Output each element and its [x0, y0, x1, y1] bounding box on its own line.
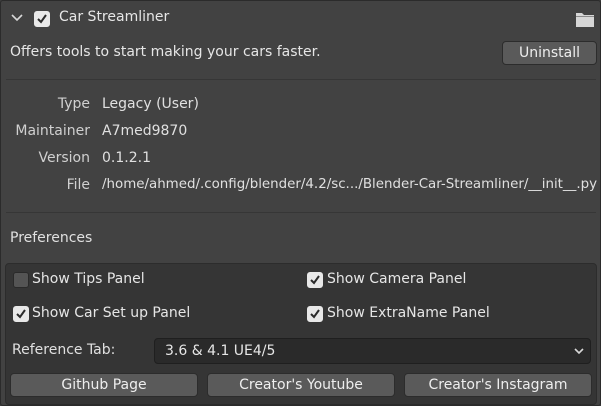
github-page-button[interactable]: Github Page	[10, 373, 198, 397]
info-label-type: Type	[57, 96, 90, 112]
show-tips-panel-checkbox[interactable]	[13, 272, 29, 288]
addon-panel: Car Streamliner Offers tools to start ma…	[0, 0, 601, 406]
show-car-setup-panel-checkbox[interactable]	[13, 306, 29, 322]
uninstall-button[interactable]: Uninstall	[502, 41, 597, 65]
divider	[6, 212, 596, 213]
info-value-type: Legacy (User)	[102, 96, 199, 112]
addon-header[interactable]: Car Streamliner	[1, 1, 600, 35]
show-extraname-panel-label[interactable]: Show ExtraName Panel	[327, 305, 490, 321]
checkmark-icon	[37, 14, 47, 24]
divider	[6, 79, 596, 80]
reference-tab-label: Reference Tab:	[12, 342, 116, 358]
chevron-down-icon[interactable]	[10, 12, 24, 24]
show-extraname-panel-checkbox[interactable]	[307, 306, 323, 322]
info-value-maintainer: A7med9870	[102, 123, 188, 139]
chevron-down-icon	[574, 348, 584, 355]
addon-title: Car Streamliner	[59, 9, 170, 25]
show-car-setup-panel-label[interactable]: Show Car Set up Panel	[32, 305, 190, 321]
info-value-version: 0.1.2.1	[102, 150, 151, 166]
creators-youtube-button[interactable]: Creator's Youtube	[207, 373, 395, 397]
checkmark-icon	[310, 275, 320, 285]
info-label-file: File	[66, 177, 90, 193]
preferences-title: Preferences	[10, 230, 93, 246]
addon-description: Offers tools to start making your cars f…	[10, 44, 321, 60]
info-label-version: Version	[38, 150, 90, 166]
checkmark-icon	[16, 309, 26, 319]
addon-enable-checkbox[interactable]	[34, 11, 50, 27]
info-label-maintainer: Maintainer	[15, 123, 90, 139]
creators-instagram-button[interactable]: Creator's Instagram	[404, 373, 592, 397]
folder-icon[interactable]	[575, 10, 595, 28]
reference-tab-select[interactable]: 3.6 & 4.1 UE4/5	[154, 338, 591, 364]
reference-tab-value: 3.6 & 4.1 UE4/5	[165, 343, 276, 359]
show-camera-panel-label[interactable]: Show Camera Panel	[327, 271, 466, 287]
info-value-file: /home/ahmed/.config/blender/4.2/sc.../Bl…	[102, 177, 598, 192]
show-tips-panel-label[interactable]: Show Tips Panel	[32, 271, 145, 287]
checkmark-icon	[310, 309, 320, 319]
show-camera-panel-checkbox[interactable]	[307, 272, 323, 288]
